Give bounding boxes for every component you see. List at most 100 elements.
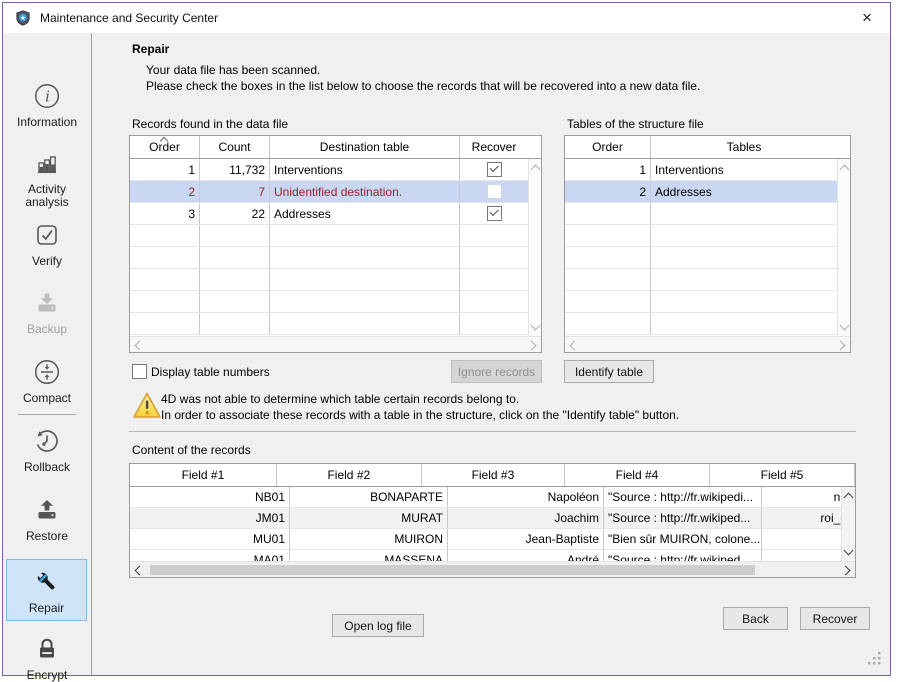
vertical-scrollbar[interactable] (841, 487, 855, 561)
sidebar-item-compact[interactable]: Compact (3, 358, 91, 405)
sidebar-item-label: Repair (16, 602, 78, 615)
sidebar-item-label: Rollback (16, 461, 78, 474)
scroll-right-icon[interactable] (527, 341, 537, 351)
sidebar-item-activity-analysis[interactable]: Activity analysis (3, 149, 91, 209)
compact-icon (33, 358, 61, 389)
scrollbar-thumb[interactable] (150, 565, 755, 575)
structure-row[interactable]: 1 Interventions (565, 159, 837, 181)
column-header-field4[interactable]: Field #4 (565, 464, 710, 486)
scroll-right-icon[interactable] (841, 566, 851, 576)
column-header-tables[interactable]: Tables (651, 136, 837, 158)
sidebar-item-restore[interactable]: Restore (3, 496, 91, 543)
empty-row (565, 291, 837, 313)
scroll-right-icon[interactable] (836, 341, 846, 351)
backup-icon (33, 289, 61, 320)
vertical-scrollbar[interactable] (837, 159, 850, 336)
empty-row (565, 269, 837, 291)
sidebar-item-encrypt[interactable]: Encrypt (3, 635, 91, 682)
column-header-field5[interactable]: Field #5 (710, 464, 855, 486)
structure-table-label: Tables of the structure file (567, 117, 704, 131)
verify-icon (33, 221, 61, 252)
sidebar-item-information[interactable]: i Information (3, 82, 91, 129)
sidebar-item-verify[interactable]: Verify (3, 221, 91, 268)
column-header-count[interactable]: Count (200, 136, 270, 158)
empty-row (565, 247, 837, 269)
column-header-order[interactable]: Order (130, 136, 200, 158)
scroll-left-icon[interactable] (135, 341, 145, 351)
empty-row (565, 225, 837, 247)
horizontal-scrollbar[interactable] (565, 336, 850, 352)
sidebar-item-label: Backup (16, 323, 78, 336)
display-table-numbers-label: Display table numbers (151, 365, 270, 379)
sidebar-item-label: Verify (16, 255, 78, 268)
sidebar-item-label: Encrypt (16, 669, 78, 682)
column-header-destination-table[interactable]: Destination table (270, 136, 460, 158)
vertical-scrollbar[interactable] (528, 159, 541, 336)
sidebar-item-label: Information (16, 116, 78, 129)
recover-button[interactable]: Recover (800, 607, 870, 630)
recover-checkbox[interactable] (487, 162, 502, 177)
close-icon[interactable]: × (844, 3, 890, 33)
identify-table-button[interactable]: Identify table (564, 360, 654, 383)
content-row-clipped[interactable]: MA01 MASSENA André "Source : http://fr.w… (130, 550, 855, 561)
content-table-label: Content of the records (132, 443, 251, 457)
scroll-up-icon[interactable] (840, 165, 850, 175)
content-table-header: Field #1 Field #2 Field #3 Field #4 Fiel… (130, 464, 855, 487)
content-table: Field #1 Field #2 Field #3 Field #4 Fiel… (129, 463, 856, 578)
back-button[interactable]: Back (723, 607, 788, 630)
structure-table-header: Order Tables (565, 136, 850, 159)
column-header-field2[interactable]: Field #2 (277, 464, 422, 486)
scroll-left-icon[interactable] (135, 566, 145, 576)
resize-grip[interactable] (868, 652, 881, 668)
information-icon: i (33, 82, 61, 113)
scroll-down-icon[interactable] (840, 321, 850, 331)
scroll-down-icon[interactable] (531, 321, 541, 331)
recover-checkbox[interactable] (487, 206, 502, 221)
sidebar-item-repair[interactable]: Repair (6, 559, 87, 621)
column-header-recover[interactable]: Recover (460, 136, 528, 158)
sidebar: i Information Activity analysis Verify (3, 33, 92, 675)
warning-line-2: In order to associate these records with… (161, 408, 679, 422)
intro-line-1: Your data file has been scanned. (146, 63, 320, 77)
display-table-numbers-checkbox[interactable] (132, 364, 147, 379)
content-row[interactable]: JM01 MURAT Joachim "Source : http://fr.w… (130, 508, 855, 529)
record-row-selected[interactable]: 2 7 Unidentified destination. (130, 181, 528, 203)
empty-row (130, 313, 528, 335)
column-header-order[interactable]: Order (565, 136, 651, 158)
svg-text:i: i (45, 88, 50, 106)
record-row[interactable]: 1 11,732 Interventions (130, 159, 528, 181)
column-header-field3[interactable]: Field #3 (422, 464, 565, 486)
msc-window: ★ Maintenance and Security Center × i In… (2, 2, 891, 676)
rollback-icon (33, 427, 61, 458)
restore-icon (33, 496, 61, 527)
column-header-field1[interactable]: Field #1 (130, 464, 277, 486)
activity-analysis-icon (33, 149, 61, 180)
record-row[interactable]: 3 22 Addresses (130, 203, 528, 225)
structure-table: Order Tables 1 Interventions 2 Addresses (564, 135, 851, 353)
intro-line-2: Please check the boxes in the list below… (146, 79, 700, 93)
ignore-records-button: Ignore records (451, 360, 542, 383)
sidebar-item-label: Restore (16, 530, 78, 543)
open-log-file-button[interactable]: Open log file (332, 614, 424, 637)
structure-row-selected[interactable]: 2 Addresses (565, 181, 837, 203)
svg-text:★: ★ (20, 14, 26, 22)
content-row[interactable]: NB01 BONAPARTE Napoléon "Source : http:/… (130, 487, 855, 508)
sidebar-item-rollback[interactable]: Rollback (3, 427, 91, 474)
content-row[interactable]: MU01 MUIRON Jean-Baptiste "Bien sûr MUIR… (130, 529, 855, 550)
records-table-label: Records found in the data file (132, 117, 288, 131)
encrypt-lock-icon (33, 635, 61, 666)
recover-checkbox[interactable] (487, 184, 502, 199)
window-title: Maintenance and Security Center (40, 11, 218, 25)
warning-icon (132, 391, 162, 423)
scroll-up-icon[interactable] (531, 165, 541, 175)
scroll-up-icon[interactable] (844, 493, 854, 503)
horizontal-scrollbar[interactable] (130, 336, 541, 352)
horizontal-scrollbar[interactable] (130, 561, 855, 577)
scroll-down-icon[interactable] (844, 546, 854, 556)
repair-wrench-icon (33, 568, 61, 599)
warning-line-1: 4D was not able to determine which table… (161, 392, 519, 406)
scroll-left-icon[interactable] (570, 341, 580, 351)
empty-row (130, 269, 528, 291)
records-table: Order Count Destination table Recover 1 … (129, 135, 542, 353)
sidebar-item-label: Activity analysis (16, 183, 78, 209)
